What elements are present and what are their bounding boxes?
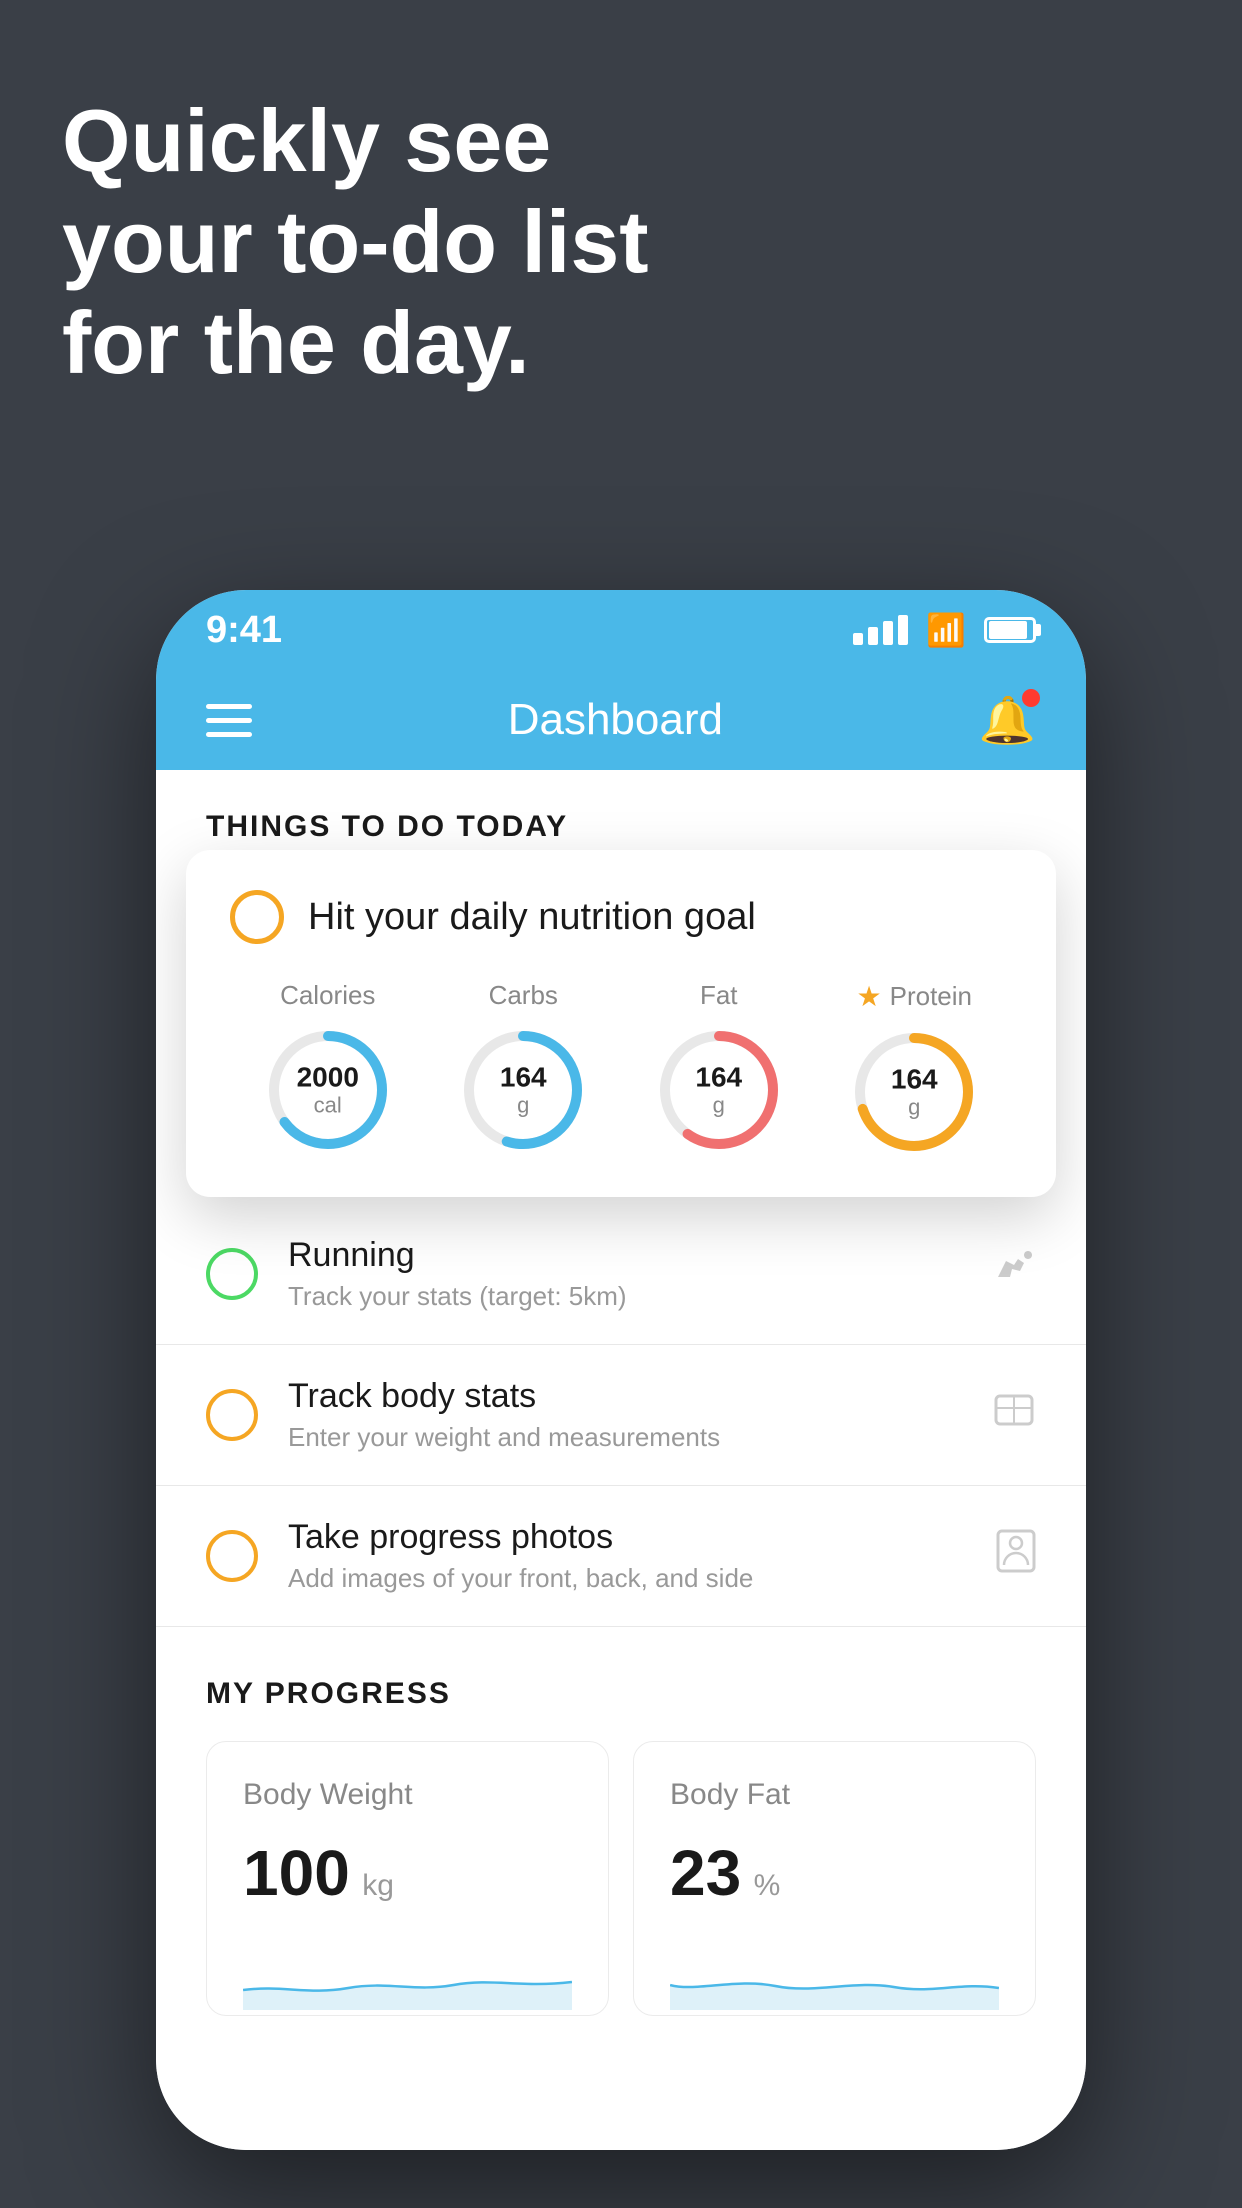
body-fat-value-row: 23 % — [670, 1836, 999, 1910]
task-circle-photos — [206, 1530, 258, 1582]
body-weight-label: Body Weight — [243, 1778, 572, 1812]
nav-title: Dashboard — [508, 695, 723, 745]
running-subtitle: Track your stats (target: 5km) — [288, 1281, 962, 1312]
protein-unit: g — [891, 1095, 938, 1119]
body-fat-card[interactable]: Body Fat 23 % — [633, 1741, 1036, 2016]
body-fat-chart — [670, 1930, 999, 2010]
notification-badge — [1022, 689, 1040, 707]
protein-value: 164 — [891, 1065, 938, 1096]
fat-value: 164 — [695, 1063, 742, 1094]
calories-unit: cal — [297, 1093, 359, 1117]
protein-label: Protein — [890, 981, 972, 1012]
notification-button[interactable]: 🔔 — [979, 693, 1036, 748]
body-weight-chart — [243, 1930, 572, 2010]
task-circle-body-stats — [206, 1389, 258, 1441]
star-icon: ★ — [857, 980, 882, 1013]
phone-frame: 9:41 📶 Dashboard 🔔 THINGS TO DO TOD — [156, 590, 1086, 2150]
fat-unit: g — [695, 1093, 742, 1117]
running-title: Running — [288, 1236, 962, 1275]
status-icons: 📶 — [853, 611, 1036, 649]
todo-list: Running Track your stats (target: 5km) T… — [156, 1204, 1086, 1627]
running-text: Running Track your stats (target: 5km) — [288, 1236, 962, 1312]
scale-icon — [992, 1388, 1036, 1442]
body-stats-text: Track body stats Enter your weight and m… — [288, 1377, 962, 1453]
running-icon — [992, 1251, 1036, 1297]
wifi-icon: 📶 — [926, 611, 966, 649]
list-item[interactable]: Track body stats Enter your weight and m… — [156, 1345, 1086, 1486]
progress-section: MY PROGRESS Body Weight 100 kg Body Fat — [156, 1627, 1086, 2016]
calories-value: 2000 — [297, 1063, 359, 1094]
carbs-value: 164 — [500, 1063, 547, 1094]
progress-cards: Body Weight 100 kg Body Fat 23 % — [206, 1741, 1036, 2016]
carbs-ring: 164 g — [458, 1025, 588, 1155]
photos-text: Take progress photos Add images of your … — [288, 1518, 966, 1594]
task-check-circle[interactable] — [230, 890, 284, 944]
content-area: THINGS TO DO TODAY Hit your daily nutrit… — [156, 770, 1086, 2150]
body-stats-subtitle: Enter your weight and measurements — [288, 1422, 962, 1453]
fat-item: Fat 164 g — [654, 980, 784, 1155]
battery-icon — [984, 617, 1036, 643]
status-bar: 9:41 📶 — [156, 590, 1086, 670]
body-weight-unit: kg — [362, 1869, 394, 1902]
fat-label: Fat — [700, 980, 738, 1011]
calories-ring: 2000 cal — [263, 1025, 393, 1155]
protein-ring: 164 g — [849, 1027, 979, 1157]
photos-title: Take progress photos — [288, 1518, 966, 1557]
body-weight-card[interactable]: Body Weight 100 kg — [206, 1741, 609, 2016]
headline: Quickly see your to-do list for the day. — [62, 90, 649, 394]
body-stats-title: Track body stats — [288, 1377, 962, 1416]
menu-icon[interactable] — [206, 704, 252, 737]
nutrition-card: Hit your daily nutrition goal Calories 2… — [186, 850, 1056, 1197]
body-weight-number: 100 — [243, 1837, 350, 1909]
body-fat-unit: % — [754, 1869, 781, 1902]
person-icon — [996, 1529, 1036, 1583]
calories-item: Calories 2000 cal — [263, 980, 393, 1155]
carbs-label: Carbs — [489, 980, 558, 1011]
signal-bars-icon — [853, 615, 908, 645]
calories-label: Calories — [280, 980, 375, 1011]
list-item[interactable]: Running Track your stats (target: 5km) — [156, 1204, 1086, 1345]
list-item[interactable]: Take progress photos Add images of your … — [156, 1486, 1086, 1627]
body-weight-value-row: 100 kg — [243, 1836, 572, 1910]
nav-bar: Dashboard 🔔 — [156, 670, 1086, 770]
body-fat-number: 23 — [670, 1837, 741, 1909]
fat-ring: 164 g — [654, 1025, 784, 1155]
task-circle-running — [206, 1248, 258, 1300]
progress-header: MY PROGRESS — [206, 1677, 1036, 1711]
nutrition-row: Calories 2000 cal Carbs — [230, 980, 1012, 1157]
body-fat-label: Body Fat — [670, 1778, 999, 1812]
status-time: 9:41 — [206, 609, 282, 652]
protein-item: ★ Protein 164 g — [849, 980, 979, 1157]
nutrition-card-title: Hit your daily nutrition goal — [308, 896, 756, 939]
photos-subtitle: Add images of your front, back, and side — [288, 1563, 966, 1594]
carbs-unit: g — [500, 1093, 547, 1117]
carbs-item: Carbs 164 g — [458, 980, 588, 1155]
